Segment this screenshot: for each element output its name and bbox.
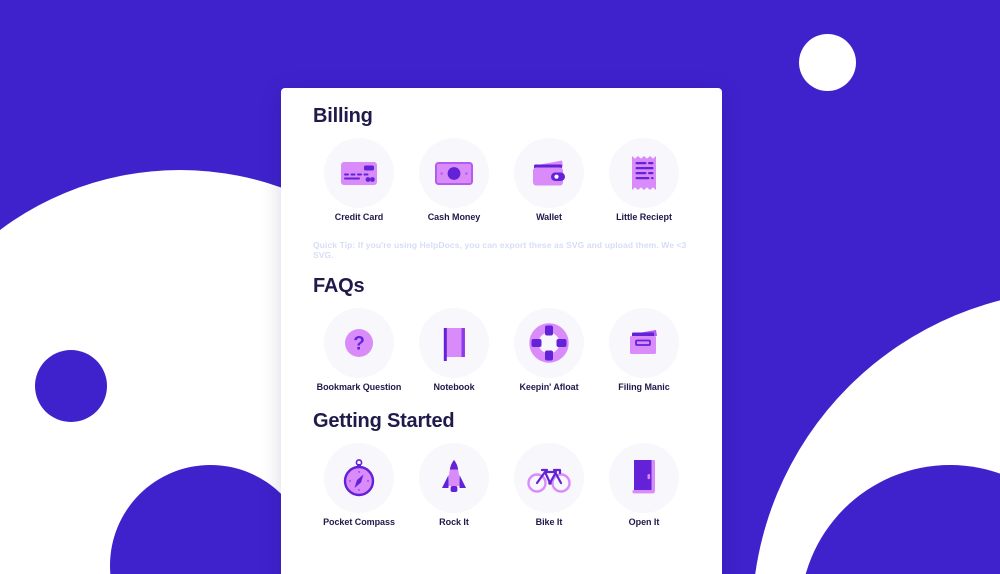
- icon-disc: [514, 138, 584, 208]
- section-billing: Billing Credit Card Cash Money Wallet Li…: [313, 88, 690, 260]
- icon-disc: [419, 138, 489, 208]
- decorative-white-circle-top-right: [799, 34, 856, 91]
- compass-icon: [343, 459, 375, 497]
- icon-label: Bike It: [535, 517, 563, 527]
- icon-cell-filing-manic[interactable]: Filing Manic: [598, 308, 690, 392]
- icon-row-billing: Credit Card Cash Money Wallet Little Rec…: [313, 138, 690, 222]
- svg-text:?: ?: [353, 334, 365, 355]
- icon-label: Pocket Compass: [323, 517, 395, 527]
- icon-disc: [609, 443, 679, 513]
- icon-cell-notebook[interactable]: Notebook: [408, 308, 500, 392]
- credit-card-icon: [341, 162, 377, 185]
- icon-cell-open-it[interactable]: Open It: [598, 443, 690, 527]
- icon-row-getting-started: Pocket Compass Rock It Bike It Open It: [313, 443, 690, 527]
- icon-disc: [419, 443, 489, 513]
- icon-label: Wallet: [536, 212, 562, 222]
- quick-tip-text: Quick Tip: If you're using HelpDocs, you…: [313, 240, 687, 260]
- icon-cell-cash-money[interactable]: Cash Money: [408, 138, 500, 222]
- bicycle-icon: [527, 468, 571, 493]
- icon-disc: [419, 308, 489, 378]
- icon-disc: [609, 308, 679, 378]
- icon-label: Little Reciept: [616, 212, 672, 222]
- icon-label: Notebook: [433, 382, 475, 392]
- icon-disc: ?: [324, 308, 394, 378]
- icon-cell-credit-card[interactable]: Credit Card: [313, 138, 405, 222]
- door-icon: [632, 460, 655, 494]
- notebook-icon: [443, 328, 465, 361]
- rocket-icon: [442, 460, 466, 492]
- life-ring-icon: [529, 323, 569, 363]
- icon-cell-receipt[interactable]: Little Reciept: [598, 138, 690, 222]
- decorative-blue-circle-small-left: [35, 350, 107, 422]
- file-folder-icon: [630, 330, 657, 354]
- icon-cell-keepin-afloat[interactable]: Keepin' Afloat: [503, 308, 595, 392]
- icon-label: Keepin' Afloat: [519, 382, 579, 392]
- section-title-billing: Billing: [313, 105, 373, 127]
- icon-cell-pocket-compass[interactable]: Pocket Compass: [313, 443, 405, 527]
- section-getting-started: Getting Started Pocket Compass Rock It B…: [313, 392, 690, 527]
- icon-disc: [514, 443, 584, 513]
- icon-label: Bookmark Question: [316, 382, 402, 392]
- icon-label: Filing Manic: [618, 382, 670, 392]
- question-mark-icon: ?: [345, 329, 373, 357]
- section-faqs: FAQs ? Bookmark Question Notebook Keepin…: [313, 260, 690, 392]
- icon-label: Open It: [628, 517, 660, 527]
- icon-disc: [324, 443, 394, 513]
- icon-disc: [609, 138, 679, 208]
- icon-label: Credit Card: [334, 212, 384, 222]
- icon-disc: [324, 138, 394, 208]
- icon-cell-wallet[interactable]: Wallet: [503, 138, 595, 222]
- icon-label: Rock It: [439, 517, 469, 527]
- section-title-getting-started: Getting Started: [313, 410, 455, 432]
- cash-money-icon: [435, 162, 473, 185]
- icon-disc: [514, 308, 584, 378]
- icon-label: Cash Money: [427, 212, 481, 222]
- section-title-faqs: FAQs: [313, 275, 365, 297]
- page-background: Billing Credit Card Cash Money Wallet Li…: [0, 0, 1000, 574]
- icon-row-faqs: ? Bookmark Question Notebook Keepin' Afl…: [313, 308, 690, 392]
- icon-library-card: Billing Credit Card Cash Money Wallet Li…: [281, 88, 722, 574]
- icon-cell-bike-it[interactable]: Bike It: [503, 443, 595, 527]
- icon-cell-bookmark-question[interactable]: ? Bookmark Question: [313, 308, 405, 392]
- icon-cell-rock-it[interactable]: Rock It: [408, 443, 500, 527]
- wallet-icon: [533, 160, 565, 186]
- receipt-icon: [632, 156, 656, 190]
